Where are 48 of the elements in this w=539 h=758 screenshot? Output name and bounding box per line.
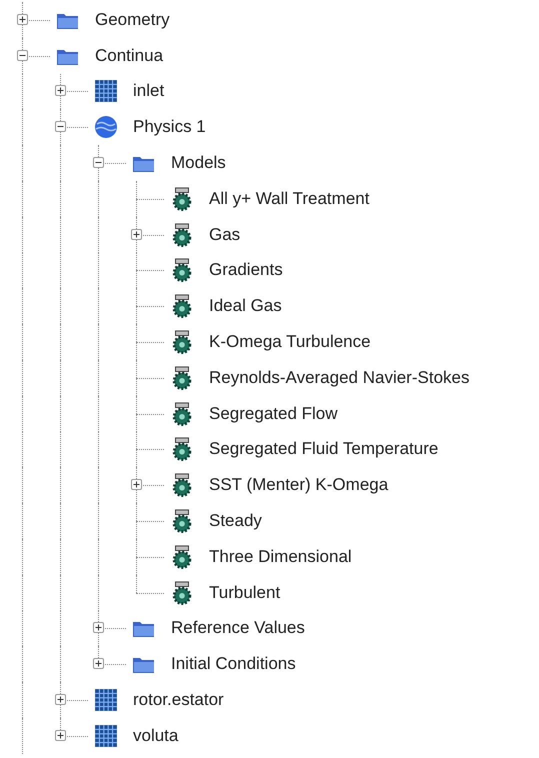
tree-item[interactable]: SST (Menter) K-Omega	[209, 475, 388, 496]
tree-item[interactable]: Turbulent	[209, 582, 280, 603]
expand-icon[interactable]	[131, 228, 142, 240]
gear-icon	[170, 366, 194, 390]
tree-item[interactable]: K-Omega Turbulence	[209, 332, 371, 352]
tree-item[interactable]: rotor.estator	[133, 690, 224, 710]
tree-item[interactable]: All y+ Wall Treatment	[209, 188, 370, 209]
tree-item[interactable]: Segregated Fluid Temperature	[209, 439, 438, 460]
gear-icon	[170, 473, 194, 498]
gear-icon	[170, 437, 194, 462]
tree-item[interactable]: Gradients	[209, 260, 283, 280]
grid-icon	[94, 724, 118, 748]
tree-item[interactable]: Gas	[209, 224, 240, 245]
gear-icon	[170, 294, 194, 318]
expand-icon[interactable]	[131, 479, 142, 490]
gear-icon	[170, 580, 194, 605]
expand-icon[interactable]	[93, 622, 104, 634]
tree-item[interactable]: Reynolds-Averaged Navier-Stokes	[209, 368, 470, 388]
tree-item[interactable]: Reference Values	[171, 618, 305, 638]
expand-icon[interactable]	[55, 694, 66, 706]
tree-item[interactable]: Segregated Flow	[209, 404, 338, 424]
expand-icon[interactable]	[55, 85, 66, 96]
grid-icon	[94, 79, 118, 104]
gear-icon	[170, 258, 194, 282]
tree-item[interactable]: voluta	[133, 726, 178, 746]
gear-icon	[170, 544, 194, 569]
collapse-icon[interactable]	[17, 50, 28, 61]
tree-item[interactable]: Initial Conditions	[171, 654, 296, 674]
collapse-icon[interactable]	[55, 121, 66, 132]
tree-item[interactable]: Continua	[95, 46, 164, 66]
expand-icon[interactable]	[93, 658, 104, 670]
tree-item[interactable]: Models	[171, 153, 226, 174]
expand-icon[interactable]	[55, 730, 66, 741]
collapse-icon[interactable]	[93, 157, 104, 168]
tree-item[interactable]: Three Dimensional	[209, 546, 352, 567]
tree-item[interactable]: inlet	[133, 81, 164, 102]
gear-icon	[170, 509, 194, 534]
gear-icon	[170, 330, 194, 354]
gear-icon	[170, 222, 194, 247]
grid-icon	[94, 688, 118, 712]
gear-icon	[170, 402, 194, 426]
tree-item[interactable]: Ideal Gas	[209, 296, 282, 316]
tree-item[interactable]: Geometry	[95, 10, 170, 30]
expand-icon[interactable]	[17, 14, 28, 25]
globe-icon	[94, 115, 118, 140]
tree-item[interactable]: Steady	[209, 511, 262, 532]
gear-icon	[170, 186, 194, 211]
tree-item[interactable]: Physics 1	[133, 117, 206, 138]
